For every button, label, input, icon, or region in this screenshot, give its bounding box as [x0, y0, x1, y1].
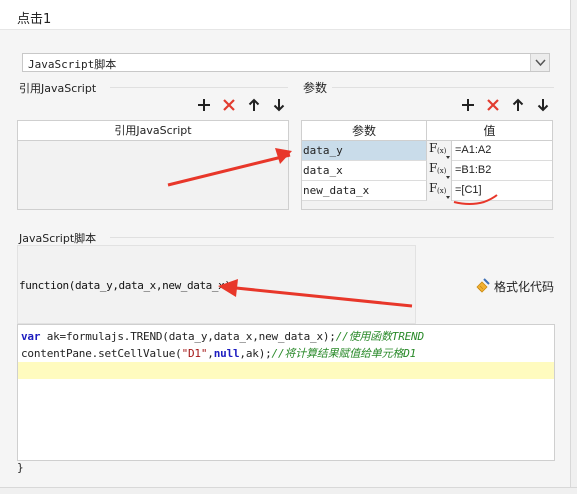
params-separator: [332, 87, 554, 88]
code-comment: //将计算结果赋值给单元格D1: [271, 347, 417, 360]
chevron-down-icon: [446, 176, 450, 179]
ref-js-delete-button[interactable]: [222, 98, 236, 112]
delete-x-icon: [223, 99, 235, 111]
formula-button[interactable]: F (x): [428, 141, 452, 161]
code-keyword: null: [213, 347, 240, 360]
param-value[interactable]: =A1:A2: [452, 141, 552, 161]
code-text: contentPane.setCellValue(: [21, 347, 182, 360]
param-row[interactable]: data_x F (x) =B1:B2: [302, 161, 552, 181]
code-keyword: var: [21, 330, 41, 343]
formula-icon-sub: (x): [437, 147, 447, 155]
params-name-header: 参数: [302, 121, 427, 141]
code-comment: //使用函数TREND: [335, 330, 424, 343]
script-section-label: JavaScript脚本: [19, 232, 97, 245]
title-bar: 点击1: [0, 0, 577, 30]
window-title: 点击1: [17, 12, 52, 27]
code-editor[interactable]: var ak=formulajs.TREND(data_y,data_x,new…: [17, 324, 555, 461]
delete-x-icon: [487, 99, 499, 111]
ref-js-separator: [110, 87, 288, 88]
params-delete-button[interactable]: [486, 98, 500, 112]
chevron-down-icon: [446, 156, 450, 159]
dropdown-button[interactable]: [530, 54, 549, 71]
arrow-down-icon: [273, 99, 285, 112]
format-code-label: 格式化代码: [494, 280, 555, 294]
params-section-label: 参数: [303, 81, 328, 95]
bottom-edge-strip: [0, 487, 577, 494]
formula-icon-sub: (x): [437, 187, 447, 195]
arrow-up-icon: [512, 98, 524, 111]
params-add-button[interactable]: [461, 98, 475, 112]
param-row[interactable]: data_y F (x) =A1:A2: [302, 141, 552, 161]
plus-icon: [198, 99, 210, 111]
broom-icon: [476, 278, 490, 293]
code-string: "D1": [181, 347, 208, 360]
code-text: ,ak);: [239, 347, 272, 360]
arrow-down-icon: [537, 99, 549, 112]
ref-js-column-header: 引用JavaScript: [18, 121, 288, 141]
formula-button[interactable]: F (x): [428, 181, 452, 201]
script-separator: [110, 237, 554, 238]
ref-js-move-down-button[interactable]: [272, 98, 286, 112]
plus-icon: [462, 99, 474, 111]
params-move-down-button[interactable]: [536, 98, 550, 112]
params-value-header: 值: [427, 121, 552, 141]
function-signature: function(data_y,data_x,new_data_x){: [19, 279, 237, 292]
param-row[interactable]: new_data_x F (x) =[C1]: [302, 181, 552, 201]
formula-button[interactable]: F (x): [428, 161, 452, 181]
current-line-highlight: [18, 362, 554, 379]
param-name[interactable]: data_y: [302, 141, 427, 161]
param-name[interactable]: new_data_x: [302, 181, 427, 201]
script-type-value: JavaScript脚本: [28, 58, 117, 71]
closing-brace: }: [17, 461, 24, 474]
arrow-up-icon: [248, 98, 260, 111]
formula-icon-sub: (x): [437, 167, 447, 175]
param-value[interactable]: =[C1]: [452, 181, 552, 201]
param-name[interactable]: data_x: [302, 161, 427, 181]
param-value[interactable]: =B1:B2: [452, 161, 552, 181]
params-move-up-button[interactable]: [511, 98, 525, 112]
code-line-1: var ak=formulajs.TREND(data_y,data_x,new…: [21, 328, 424, 344]
ref-js-add-button[interactable]: [197, 98, 211, 112]
script-type-select[interactable]: JavaScript脚本: [22, 53, 550, 72]
ref-js-list[interactable]: 引用JavaScript: [17, 120, 289, 210]
chevron-down-icon: [446, 196, 450, 199]
right-edge-strip: [570, 0, 577, 494]
code-line-2: contentPane.setCellValue("D1",null,ak);/…: [21, 345, 416, 361]
code-text: ak=formulajs.TREND(data_y,data_x,new_dat…: [40, 330, 336, 343]
ref-js-move-up-button[interactable]: [247, 98, 261, 112]
chevron-down-icon: [535, 59, 546, 67]
params-table: 参数 值 data_y F (x) =A1:A2 data_x F (x) =B…: [301, 120, 553, 210]
ref-js-section-label: 引用JavaScript: [19, 82, 97, 95]
